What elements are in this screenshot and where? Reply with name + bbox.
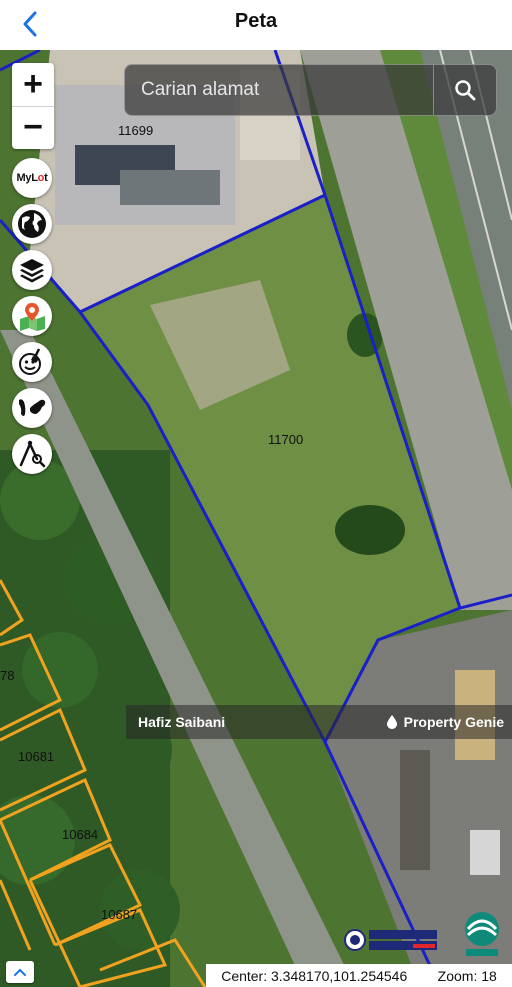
zoom-controls: + − (12, 63, 54, 149)
zoom-level: Zoom: 18 (437, 967, 497, 984)
address-search-bar (124, 64, 497, 116)
zoom-in-button[interactable]: + (12, 63, 54, 107)
lot-label: 11699 (118, 123, 154, 138)
search-icon (455, 80, 476, 101)
drop-icon (386, 715, 397, 729)
jupem-logo (458, 907, 506, 959)
map-pin-button[interactable] (12, 296, 52, 336)
malaysia-madani-logo (343, 918, 441, 956)
center-coordinates: Center: 3.348170,101.254546 (221, 967, 408, 984)
layers-icon (20, 259, 44, 283)
lot-label: 11700 (268, 432, 304, 447)
malaysia-map-icon (19, 399, 46, 416)
watermark-author: Hafiz Saibani (138, 714, 226, 730)
layers-button[interactable] (12, 250, 52, 290)
globe-icon (18, 210, 46, 238)
measure-compass-icon (19, 440, 46, 468)
lot-label: 10687 (101, 907, 138, 922)
lot-boundaries (0, 50, 512, 987)
search-button[interactable] (433, 65, 496, 115)
globe-button[interactable] (12, 204, 52, 244)
watermark-brand: Property Genie (385, 714, 504, 730)
lot-label: 10681 (18, 749, 55, 764)
watermark-brand-text: Property Genie (403, 714, 504, 730)
attribution-watermark: Hafiz Saibani Property Genie (126, 705, 512, 739)
header-bar: Peta (0, 0, 512, 50)
chevron-up-icon (14, 968, 26, 976)
measure-button[interactable] (12, 434, 52, 474)
mylot-button[interactable]: MyLot (12, 158, 52, 198)
map-view[interactable]: 11699 11700 10681 10684 10687 78 + − MyL… (0, 50, 512, 987)
clear-button[interactable] (12, 342, 52, 382)
map-pin-icon (20, 303, 45, 331)
search-input[interactable] (125, 65, 435, 115)
lot-label: 78 (0, 668, 15, 683)
page-title: Peta (234, 10, 278, 32)
map-status-bar: Center: 3.348170,101.254546 Zoom: 18 (206, 964, 512, 987)
malaysia-map-button[interactable] (12, 388, 52, 428)
zoom-out-button[interactable]: − (12, 106, 54, 149)
expand-panel-button[interactable] (6, 961, 34, 983)
lot-label: 10684 (62, 827, 99, 842)
mylot-logo: MyLot (16, 172, 48, 184)
clear-broom-icon (19, 348, 41, 375)
